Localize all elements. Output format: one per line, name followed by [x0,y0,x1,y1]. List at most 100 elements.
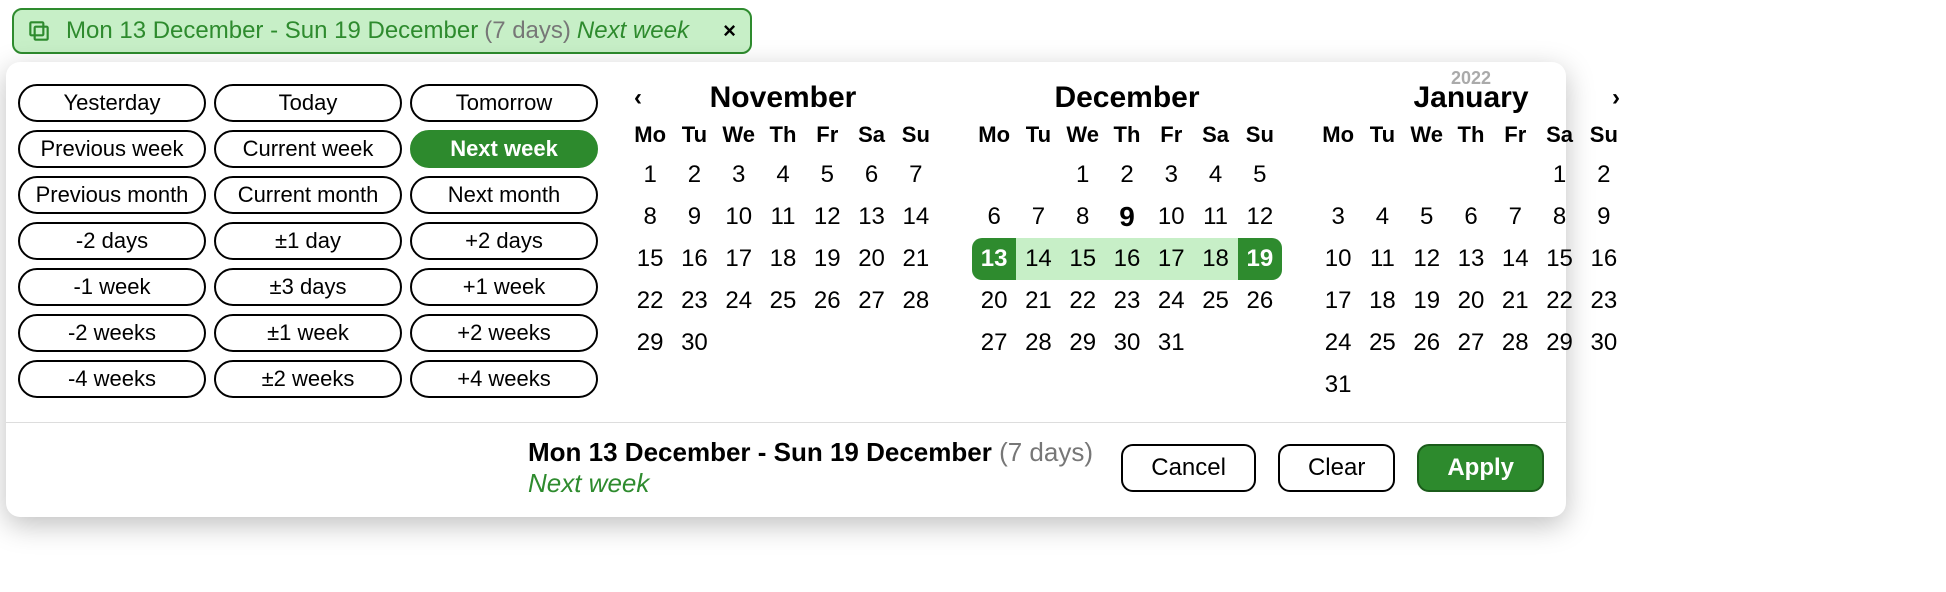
calendar-day[interactable]: 15 [1537,238,1581,280]
calendar-day[interactable]: 11 [1193,196,1237,238]
calendar-day[interactable]: 19 [805,238,849,280]
calendar-day[interactable]: 14 [1016,238,1060,280]
calendar-day[interactable]: 2 [672,154,716,196]
calendar-day[interactable]: 4 [1193,154,1237,196]
calendar-day[interactable]: 11 [1360,238,1404,280]
prev-month-button[interactable]: ‹ [628,80,648,116]
calendar-day[interactable]: 15 [1061,238,1105,280]
calendar-day[interactable]: 8 [1061,196,1105,238]
calendar-day[interactable]: 22 [1537,280,1581,322]
calendar-day[interactable]: 28 [894,280,938,322]
preset-next-month[interactable]: Next month [410,176,598,214]
calendar-day[interactable]: 23 [1105,280,1149,322]
calendar-day[interactable]: 14 [1493,238,1537,280]
calendar-day[interactable]: 5 [1238,154,1282,196]
calendar-day[interactable]: 1 [1061,154,1105,196]
preset--2-days[interactable]: +2 days [410,222,598,260]
calendar-day[interactable]: 12 [1405,238,1449,280]
calendar-day[interactable]: 29 [628,322,672,364]
calendar-day[interactable]: 13 [972,238,1016,280]
clear-button[interactable]: Clear [1278,444,1395,492]
apply-button[interactable]: Apply [1417,444,1544,492]
calendar-day[interactable]: 11 [761,196,805,238]
preset-today[interactable]: Today [214,84,402,122]
preset--2-weeks[interactable]: +2 weeks [410,314,598,352]
preset-yesterday[interactable]: Yesterday [18,84,206,122]
calendar-day[interactable]: 27 [849,280,893,322]
calendar-day[interactable]: 1 [628,154,672,196]
calendar-day[interactable]: 18 [1193,238,1237,280]
preset--2-days[interactable]: -2 days [18,222,206,260]
calendar-day[interactable]: 26 [805,280,849,322]
calendar-day[interactable]: 14 [894,196,938,238]
preset--1-week[interactable]: ±1 week [214,314,402,352]
calendar-day[interactable]: 19 [1405,280,1449,322]
calendar-day[interactable]: 9 [1105,196,1149,238]
calendar-day[interactable]: 13 [849,196,893,238]
calendar-day[interactable]: 2 [1105,154,1149,196]
preset-next-week[interactable]: Next week [410,130,598,168]
calendar-day[interactable]: 29 [1061,322,1105,364]
calendar-day[interactable]: 25 [1360,322,1404,364]
calendar-day[interactable]: 26 [1238,280,1282,322]
calendar-day[interactable]: 30 [672,322,716,364]
calendar-day[interactable]: 22 [628,280,672,322]
preset-previous-month[interactable]: Previous month [18,176,206,214]
calendar-day[interactable]: 4 [1360,196,1404,238]
preset-previous-week[interactable]: Previous week [18,130,206,168]
calendar-day[interactable]: 24 [717,280,761,322]
calendar-day[interactable]: 24 [1316,322,1360,364]
calendar-day[interactable]: 13 [1449,238,1493,280]
calendar-day[interactable]: 10 [717,196,761,238]
calendar-day[interactable]: 18 [1360,280,1404,322]
calendar-day[interactable]: 4 [761,154,805,196]
calendar-day[interactable]: 20 [849,238,893,280]
calendar-day[interactable]: 16 [672,238,716,280]
calendar-day[interactable]: 15 [628,238,672,280]
calendar-day[interactable]: 16 [1582,238,1626,280]
preset-tomorrow[interactable]: Tomorrow [410,84,598,122]
calendar-day[interactable]: 17 [717,238,761,280]
calendar-day[interactable]: 8 [1537,196,1581,238]
calendar-day[interactable]: 27 [972,322,1016,364]
calendar-day[interactable]: 10 [1316,238,1360,280]
calendar-day[interactable]: 7 [1016,196,1060,238]
calendar-day[interactable]: 10 [1149,196,1193,238]
calendar-day[interactable]: 28 [1493,322,1537,364]
calendar-day[interactable]: 21 [1493,280,1537,322]
calendar-day[interactable]: 17 [1149,238,1193,280]
next-month-button[interactable]: › [1606,80,1626,116]
calendar-day[interactable]: 2 [1582,154,1626,196]
calendar-day[interactable]: 23 [672,280,716,322]
preset-current-week[interactable]: Current week [214,130,402,168]
calendar-day[interactable]: 1 [1537,154,1581,196]
calendar-day[interactable]: 5 [805,154,849,196]
calendar-day[interactable]: 17 [1316,280,1360,322]
calendar-day[interactable]: 6 [972,196,1016,238]
calendar-day[interactable]: 3 [717,154,761,196]
calendar-day[interactable]: 18 [761,238,805,280]
calendar-day[interactable]: 24 [1149,280,1193,322]
preset-current-month[interactable]: Current month [214,176,402,214]
calendar-day[interactable]: 3 [1316,196,1360,238]
calendar-day[interactable]: 31 [1316,364,1360,406]
calendar-day[interactable]: 12 [805,196,849,238]
preset--2-weeks[interactable]: ±2 weeks [214,360,402,398]
calendar-day[interactable]: 21 [894,238,938,280]
calendar-day[interactable]: 20 [972,280,1016,322]
calendar-day[interactable]: 19 [1238,238,1282,280]
calendar-day[interactable]: 28 [1016,322,1060,364]
calendar-day[interactable]: 3 [1149,154,1193,196]
calendar-day[interactable]: 8 [628,196,672,238]
calendar-day[interactable]: 30 [1105,322,1149,364]
calendar-day[interactable]: 5 [1405,196,1449,238]
calendar-day[interactable]: 12 [1238,196,1282,238]
preset--1-week[interactable]: +1 week [410,268,598,306]
calendar-day[interactable]: 26 [1405,322,1449,364]
calendar-day[interactable]: 22 [1061,280,1105,322]
calendar-day[interactable]: 21 [1016,280,1060,322]
calendar-day[interactable]: 25 [1193,280,1237,322]
date-range-input[interactable]: Mon 13 December - Sun 19 December (7 day… [12,8,752,54]
calendar-day[interactable]: 9 [1582,196,1626,238]
calendar-day[interactable]: 16 [1105,238,1149,280]
